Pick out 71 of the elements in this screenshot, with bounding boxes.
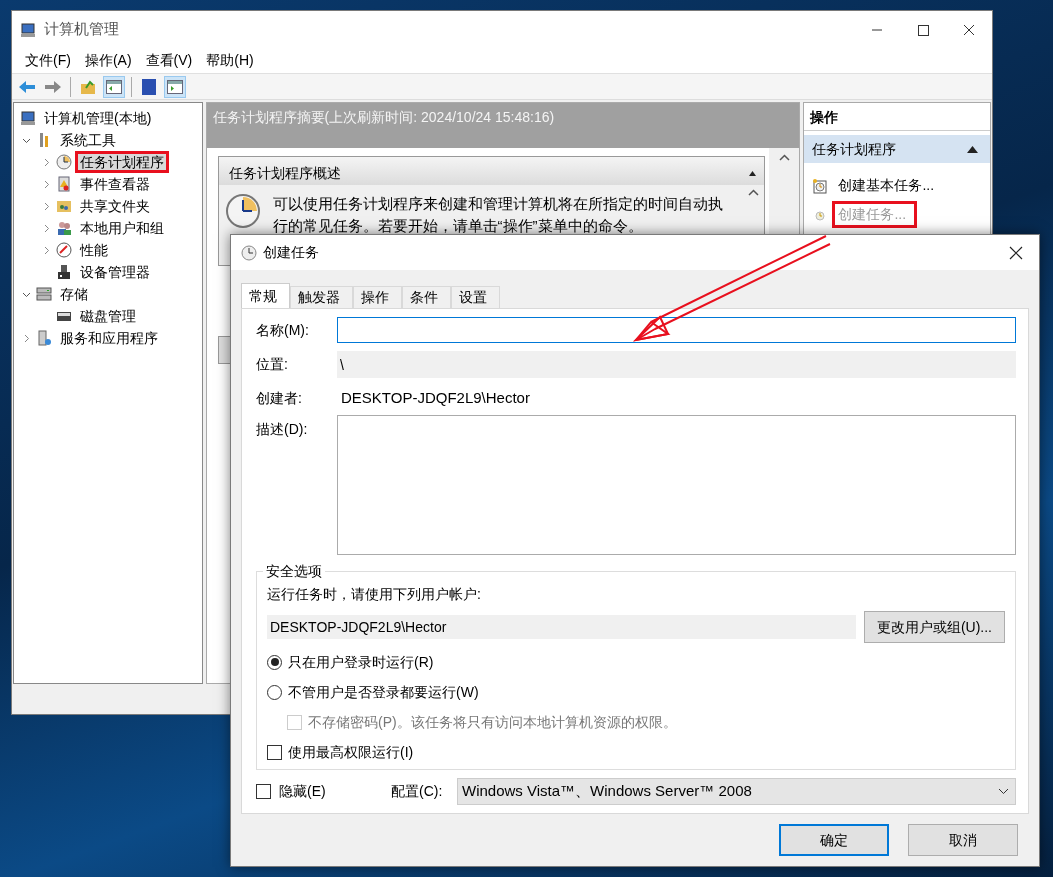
- menu-item[interactable]: 查看(V): [138, 50, 200, 71]
- tree-item[interactable]: 共享文件夹: [75, 195, 155, 217]
- shared-folder-icon: [56, 198, 72, 214]
- group-header[interactable]: 任务计划程序: [804, 135, 990, 163]
- computer-icon: [20, 110, 36, 126]
- tab[interactable]: 条件: [402, 286, 451, 308]
- cancel-button[interactable]: 取消: [908, 824, 1018, 856]
- tab[interactable]: 常规: [241, 283, 290, 308]
- tree-item[interactable]: 存储: [55, 283, 93, 305]
- panel-icon[interactable]: [103, 75, 125, 98]
- description-field[interactable]: [337, 415, 1016, 555]
- checkbox-label: 使用最高权限运行(I): [288, 742, 414, 762]
- window-title: 计算机管理: [44, 19, 119, 40]
- menu-item[interactable]: 操作(A): [77, 50, 139, 71]
- tree-item[interactable]: 服务和应用程序: [55, 327, 163, 349]
- collapse-icon[interactable]: [967, 145, 978, 153]
- tree-item[interactable]: 任务计划程序: [75, 151, 169, 173]
- users-icon: [56, 220, 72, 236]
- radio-label: 只在用户登录时运行(R): [288, 652, 434, 672]
- action-link[interactable]: 创建基本任务...: [832, 172, 946, 199]
- dropdown-icon: [998, 787, 1009, 795]
- author-value: DESKTOP-JDQF2L9\Hector: [341, 387, 530, 408]
- event-log-icon: [56, 176, 72, 192]
- location-field: \: [337, 351, 1016, 378]
- pane-header: 任务计划程序摘要(上次刷新时间: 2024/10/24 15:48:16): [206, 103, 800, 148]
- radio-label: 不管用户是否登录都要运行(W): [288, 682, 479, 702]
- tree-item[interactable]: 设备管理器: [75, 261, 155, 283]
- checkbox-label: 隐藏(E): [279, 781, 327, 801]
- checkbox[interactable]: [267, 744, 282, 760]
- clock-icon: [224, 193, 261, 229]
- clock-icon: [56, 154, 72, 170]
- scroll-up-icon[interactable]: [778, 154, 790, 161]
- field-label: 描述(D):: [256, 420, 309, 439]
- clock-icon: [241, 244, 257, 261]
- tab[interactable]: 触发器: [290, 286, 353, 308]
- checkbox-label: 不存储密码(P)。该任务将只有访问本地计算机资源的权限。: [308, 712, 677, 732]
- tree-item[interactable]: 计算机管理(本地): [39, 107, 157, 129]
- dialog-title: 创建任务: [263, 243, 319, 262]
- section-title: 任务计划程序概述: [228, 164, 341, 183]
- tree-item[interactable]: 性能: [75, 239, 113, 261]
- panel-icon[interactable]: [164, 75, 186, 98]
- device-icon: [56, 264, 72, 280]
- tab[interactable]: 操作: [353, 286, 402, 308]
- gauge-icon: [56, 242, 72, 258]
- scroll-up-icon[interactable]: [747, 189, 759, 196]
- collapse-icon[interactable]: [749, 171, 757, 176]
- menu-item[interactable]: 帮助(H): [199, 50, 261, 71]
- pane-title: 操作: [804, 103, 990, 131]
- tree-item[interactable]: 本地用户和组: [75, 217, 169, 239]
- field-label: 创建者:: [256, 388, 303, 408]
- computer-icon: [20, 21, 36, 38]
- description-text: 可以使用任务计划程序来创建和管理计算机将在所指定的时间自动执行的常见任务。若要开始，请单击“操作”菜单中的命令。: [272, 194, 724, 236]
- tab[interactable]: 设置: [451, 286, 500, 308]
- menu-item[interactable]: 文件(F): [18, 50, 78, 71]
- services-icon: [36, 330, 52, 346]
- tree-item[interactable]: 事件查看器: [75, 173, 155, 195]
- field-label: 配置(C):: [391, 781, 444, 801]
- field-label: 名称(M):: [256, 320, 310, 340]
- ok-button[interactable]: 确定: [779, 824, 889, 856]
- checkbox[interactable]: [256, 783, 271, 799]
- field-label: 位置:: [256, 355, 289, 374]
- change-user-button[interactable]: 更改用户或组(U)...: [863, 611, 1005, 643]
- account-prompt: 运行任务时，请使用下列用户帐户:: [267, 585, 482, 604]
- account-field: DESKTOP-JDQF2L9\Hector: [267, 615, 856, 639]
- config-select[interactable]: Windows Vista™、Windows Server™ 2008: [457, 777, 1016, 805]
- task-icon: [812, 177, 829, 194]
- storage-icon: [36, 286, 52, 302]
- tree-item[interactable]: 系统工具: [55, 129, 121, 151]
- name-field[interactable]: [337, 317, 1016, 343]
- close-icon[interactable]: [1009, 245, 1023, 260]
- tree-item[interactable]: 磁盘管理: [75, 305, 141, 327]
